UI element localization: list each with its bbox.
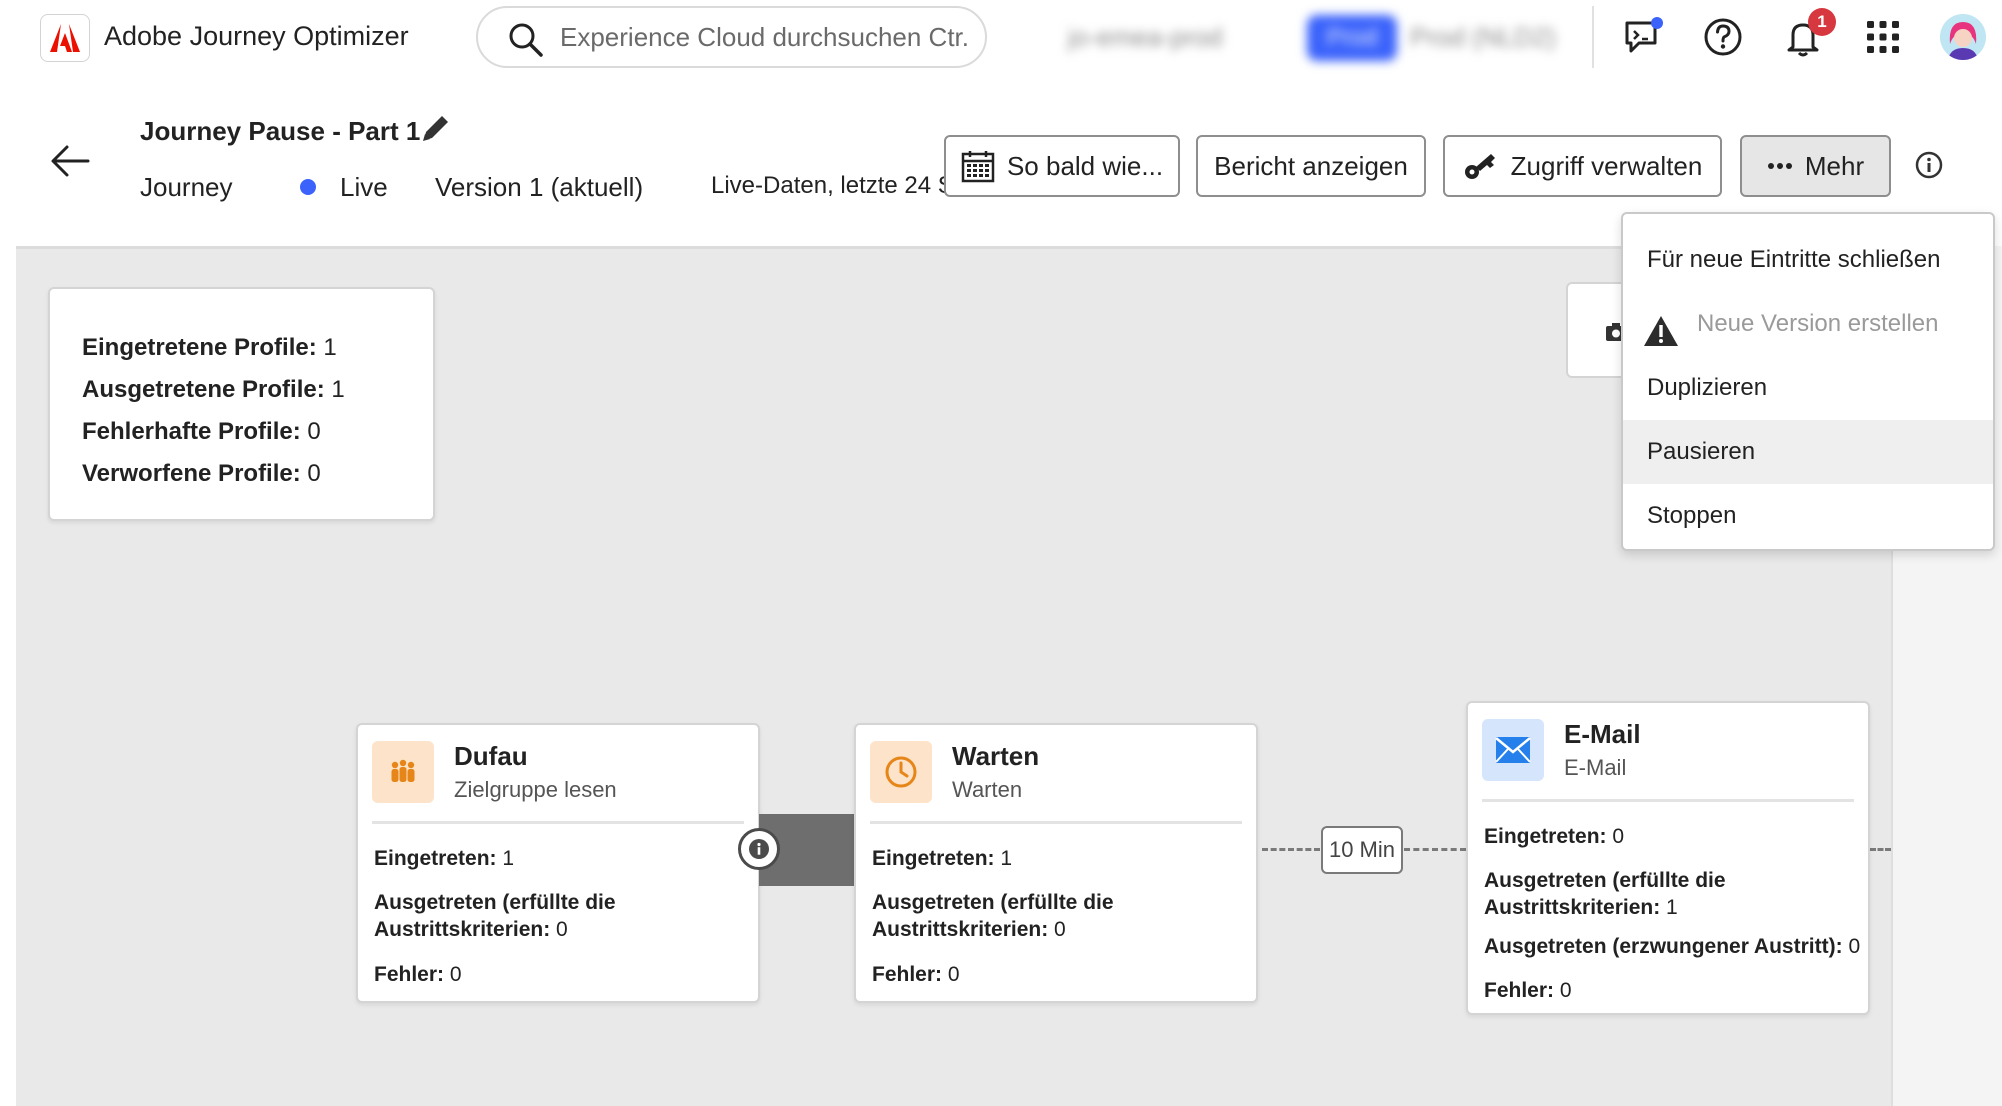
- node-entered: Eingetreten: 1: [374, 847, 515, 870]
- search-icon: [509, 23, 543, 57]
- node-forced-exit: Ausgetreten (erzwungener Austritt): 0: [1484, 935, 1861, 958]
- menu-item-stop[interactable]: Stoppen: [1623, 484, 1993, 548]
- menu-item-close-entries[interactable]: Für neue Eintritte schließen: [1623, 228, 1993, 292]
- adobe-logo-icon[interactable]: [40, 14, 90, 62]
- stat-entered: Eingetretene Profile: 1: [82, 334, 337, 361]
- app-grid-icon[interactable]: [1860, 14, 1906, 60]
- node-subtitle: Zielgruppe lesen: [454, 777, 617, 802]
- stat-exited: Ausgetretene Profile: 1: [82, 376, 345, 403]
- global-search[interactable]: [476, 6, 987, 68]
- node-title: E-Mail: [1564, 719, 1641, 749]
- node-title: Warten: [952, 741, 1040, 771]
- shell-bar: Adobe Journey Optimizer jo-emea-prod Pro…: [0, 0, 2002, 78]
- dashed-connector[interactable]: [1870, 848, 1891, 851]
- calendar-icon: [961, 151, 995, 183]
- node-errors: Fehler: 0: [872, 963, 960, 986]
- audience-icon: [372, 741, 434, 803]
- audience-node[interactable]: Dufau Zielgruppe lesen Eingetreten: 1 Au…: [356, 723, 760, 1003]
- key-icon: [1464, 154, 1495, 179]
- clock-icon: [870, 741, 932, 803]
- menu-item-new-version-label: Neue Version erstellen: [1697, 310, 1939, 337]
- stat-discarded: Verworfene Profile: 0: [82, 460, 321, 487]
- node-entered: Eingetreten: 0: [1484, 825, 1625, 848]
- back-arrow-icon[interactable]: [50, 144, 90, 183]
- menu-item-new-version: Neue Version erstellen: [1623, 292, 1993, 356]
- status-label: Live: [340, 172, 388, 202]
- node-entered: Eingetreten: 1: [872, 847, 1013, 870]
- journey-type: Journey: [140, 172, 233, 202]
- node-exited: Ausgetreten (erfüllte die Austrittskriter…: [872, 891, 1114, 941]
- feedback-icon[interactable]: [1620, 14, 1666, 60]
- node-divider: [1482, 799, 1854, 802]
- journey-stats-card: Eingetretene Profile: 1 Ausgetretene Pro…: [48, 287, 435, 521]
- search-input[interactable]: [560, 18, 970, 56]
- envelope-icon: [1482, 719, 1544, 781]
- node-errors: Fehler: 0: [374, 963, 462, 986]
- dashed-connector[interactable]: [1404, 848, 1466, 851]
- manage-access-button-label: Zugriff verwalten: [1510, 150, 1703, 181]
- node-title: Dufau: [454, 741, 528, 771]
- notification-count-badge: 1: [1808, 8, 1836, 36]
- sandbox-name[interactable]: Prod (NLD2): [1410, 22, 1556, 53]
- dashed-connector[interactable]: [1262, 848, 1320, 851]
- node-divider: [870, 821, 1242, 824]
- org-switcher[interactable]: jo-emea-prod: [1068, 22, 1223, 53]
- journey-title: Journey Pause - Part 1: [140, 116, 421, 146]
- stat-errors: Fehlerhafte Profile: 0: [82, 418, 321, 445]
- info-icon[interactable]: [1914, 150, 1944, 185]
- more-actions-menu: Für neue Eintritte schließen Neue Versio…: [1621, 212, 1995, 551]
- node-divider: [372, 821, 744, 824]
- status-indicator-dot: [300, 179, 316, 195]
- live-data-label: Live-Daten, letzte 24 Stunden: [711, 172, 946, 199]
- view-report-button-label: Bericht anzeigen: [1214, 150, 1408, 181]
- more-button-label: Mehr: [1804, 150, 1865, 181]
- menu-item-pause[interactable]: Pausieren: [1623, 420, 1993, 484]
- app-title[interactable]: Adobe Journey Optimizer: [104, 21, 409, 52]
- connector-info-icon[interactable]: [738, 828, 780, 870]
- node-subtitle: E-Mail: [1564, 755, 1627, 780]
- schedule-button-label: So bald wie...: [1006, 150, 1164, 181]
- wait-duration-pill[interactable]: 10 Min: [1321, 826, 1403, 874]
- menu-item-duplicate[interactable]: Duplizieren: [1623, 356, 1993, 420]
- view-report-button[interactable]: Bericht anzeigen: [1196, 135, 1426, 197]
- shell-divider: [1592, 6, 1594, 68]
- version-label: Version 1 (aktuell): [435, 172, 644, 202]
- user-avatar[interactable]: [1940, 14, 1986, 60]
- manage-access-button[interactable]: Zugriff verwalten: [1443, 135, 1722, 197]
- help-icon[interactable]: [1700, 14, 1746, 60]
- more-button[interactable]: Mehr: [1740, 135, 1891, 197]
- pencil-icon[interactable]: [418, 110, 454, 151]
- schedule-button[interactable]: So bald wie...: [944, 135, 1180, 197]
- email-node[interactable]: E-Mail E-Mail Eingetreten: 0 Ausgetreten…: [1466, 701, 1870, 1015]
- node-errors: Fehler: 0: [1484, 979, 1572, 1002]
- node-exited: Ausgetreten (erfüllte die Austrittskriter…: [1484, 869, 1726, 919]
- wait-node[interactable]: Warten Warten Eingetreten: 1 Ausgetreten…: [854, 723, 1258, 1003]
- node-exited: Ausgetreten (erfüllte die Austrittskriter…: [374, 891, 616, 941]
- more-dots-icon: [1767, 163, 1792, 169]
- environment-badge[interactable]: Prod: [1307, 15, 1397, 61]
- node-subtitle: Warten: [952, 777, 1023, 802]
